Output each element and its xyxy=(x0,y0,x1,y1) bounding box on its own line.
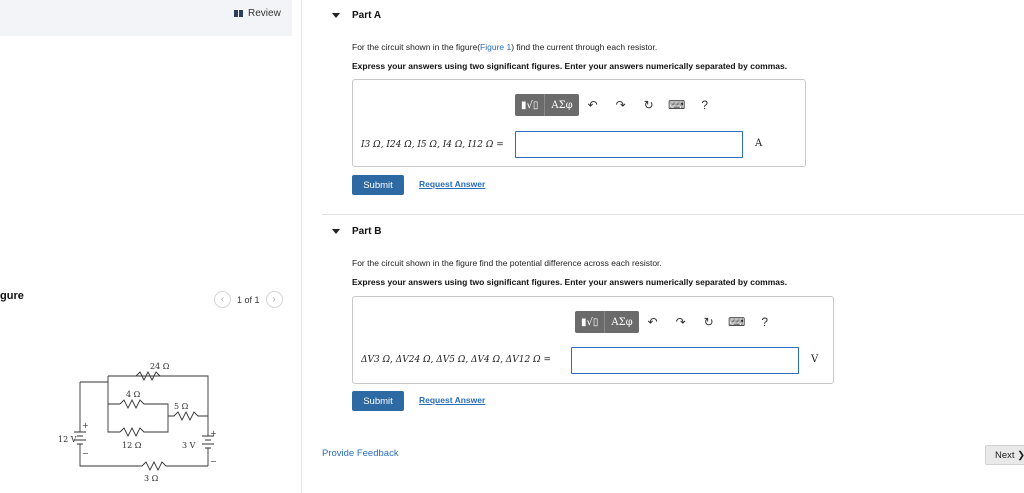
part-a-equation-label: I3 Ω, I24 Ω, I5 Ω, I4 Ω, I12 Ω = xyxy=(361,140,504,150)
label-3v-plus: + xyxy=(210,429,217,438)
part-a-unit: A xyxy=(755,138,763,149)
part-b-tb-group: ▮√▯ ΑΣφ xyxy=(575,311,639,333)
next-figure-button[interactable]: › xyxy=(265,291,283,308)
redo-icon[interactable]: ↷ xyxy=(667,311,695,333)
greek-symbols-button[interactable]: ΑΣφ xyxy=(544,94,578,116)
help-icon[interactable]: ? xyxy=(691,94,719,116)
part-b-equation-label: ΔV3 Ω, ΔV24 Ω, ΔV5 Ω, ΔV4 Ω, ΔV12 Ω = xyxy=(361,355,551,365)
part-divider xyxy=(322,214,1024,215)
provide-feedback-link[interactable]: Provide Feedback xyxy=(322,448,399,459)
part-a-prompt: For the circuit shown in the figure(Figu… xyxy=(352,42,657,52)
templates-button[interactable]: ▮√▯ xyxy=(575,311,604,333)
resistor-3 xyxy=(108,460,208,472)
figure-pane: Review gure ‹ 1 of 1 › 24 Ω 4 Ω 5 Ω 12 Ω… xyxy=(0,0,302,493)
part-a-prompt-suffix: ) find the current through each resistor… xyxy=(511,42,658,52)
reset-icon[interactable]: ↻ xyxy=(695,311,723,333)
label-3-ohm: 3 Ω xyxy=(144,474,159,483)
part-b-title: Part B xyxy=(352,226,382,237)
wire-4-left xyxy=(107,382,120,405)
review-label: Review xyxy=(248,8,281,19)
part-b-unit: V xyxy=(811,354,819,365)
part-a-answer-input[interactable] xyxy=(515,131,743,158)
pager-text: 1 of 1 xyxy=(237,294,260,305)
part-a-prompt-prefix: For the circuit shown in the figure( xyxy=(352,42,481,52)
label-12-volt: 12 V xyxy=(58,435,77,444)
part-a-header[interactable]: Part A xyxy=(332,10,381,21)
redo-icon[interactable]: ↷ xyxy=(607,94,635,116)
wire-top xyxy=(80,375,209,416)
part-a-answer-box: ▮√▯ ΑΣφ ↶ ↷ ↻ ⌨ ? I3 Ω, I24 Ω, I5 Ω, I4 … xyxy=(352,79,806,167)
part-b-answer-input[interactable] xyxy=(571,347,799,374)
reset-icon[interactable]: ↻ xyxy=(635,94,663,116)
keyboard-icon[interactable]: ⌨ xyxy=(663,94,691,116)
part-b-instruction: Express your answers using two significa… xyxy=(352,277,788,287)
review-icon xyxy=(234,10,244,17)
label-12v-minus: − xyxy=(82,449,89,458)
part-b-prompt: For the circuit shown in the figure find… xyxy=(352,258,662,268)
prev-figure-button[interactable]: ‹ xyxy=(214,291,231,308)
part-b-request-answer-link[interactable]: Request Answer xyxy=(419,395,485,405)
label-12v-plus: + xyxy=(82,421,89,430)
circuit-diagram: 24 Ω 4 Ω 5 Ω 12 Ω 3 Ω 12 V 3 V + − + − xyxy=(58,362,217,483)
resistor-5 xyxy=(168,410,208,422)
review-button[interactable]: Review xyxy=(234,8,281,19)
next-button[interactable]: Next ❯ xyxy=(985,445,1024,465)
label-12-ohm: 12 Ω xyxy=(122,441,142,450)
figure-pager: ‹ 1 of 1 › xyxy=(214,291,283,308)
figure-link[interactable]: Figure 1 xyxy=(480,42,511,52)
label-24-ohm: 24 Ω xyxy=(150,362,170,371)
undo-icon[interactable]: ↶ xyxy=(639,311,667,333)
part-a-toolbar: ▮√▯ ΑΣφ ↶ ↷ ↻ ⌨ ? xyxy=(515,94,719,116)
undo-icon[interactable]: ↶ xyxy=(579,94,607,116)
label-5-ohm: 5 Ω xyxy=(174,402,189,411)
part-a-title: Part A xyxy=(352,10,382,21)
part-a-instruction: Express your answers using two significa… xyxy=(352,61,788,71)
help-icon[interactable]: ? xyxy=(751,311,779,333)
part-a-request-answer-link[interactable]: Request Answer xyxy=(419,179,485,189)
keyboard-icon[interactable]: ⌨ xyxy=(723,311,751,333)
greek-symbols-button[interactable]: ΑΣφ xyxy=(604,311,638,333)
part-a-submit-button[interactable]: Submit xyxy=(352,175,404,195)
label-3-volt: 3 V xyxy=(182,441,196,450)
wire-12-left xyxy=(107,404,120,433)
label-4-ohm: 4 Ω xyxy=(126,390,141,399)
part-b-answer-box: ▮√▯ ΑΣφ ↶ ↷ ↻ ⌨ ? ΔV3 Ω, ΔV24 Ω, ΔV5 Ω, … xyxy=(352,296,834,384)
caret-down-icon xyxy=(332,229,340,234)
resistor-4 xyxy=(119,398,169,416)
part-b-header[interactable]: Part B xyxy=(332,226,381,237)
templates-button[interactable]: ▮√▯ xyxy=(515,94,544,116)
resistor-12 xyxy=(119,416,169,438)
figure-title: gure xyxy=(0,290,24,302)
caret-down-icon xyxy=(332,13,340,18)
part-b-toolbar: ▮√▯ ΑΣφ ↶ ↷ ↻ ⌨ ? xyxy=(575,311,779,333)
label-3v-minus: − xyxy=(210,457,217,466)
part-a-tb-group: ▮√▯ ΑΣφ xyxy=(515,94,579,116)
part-b-submit-button[interactable]: Submit xyxy=(352,391,404,411)
review-bar: Review xyxy=(0,0,292,36)
